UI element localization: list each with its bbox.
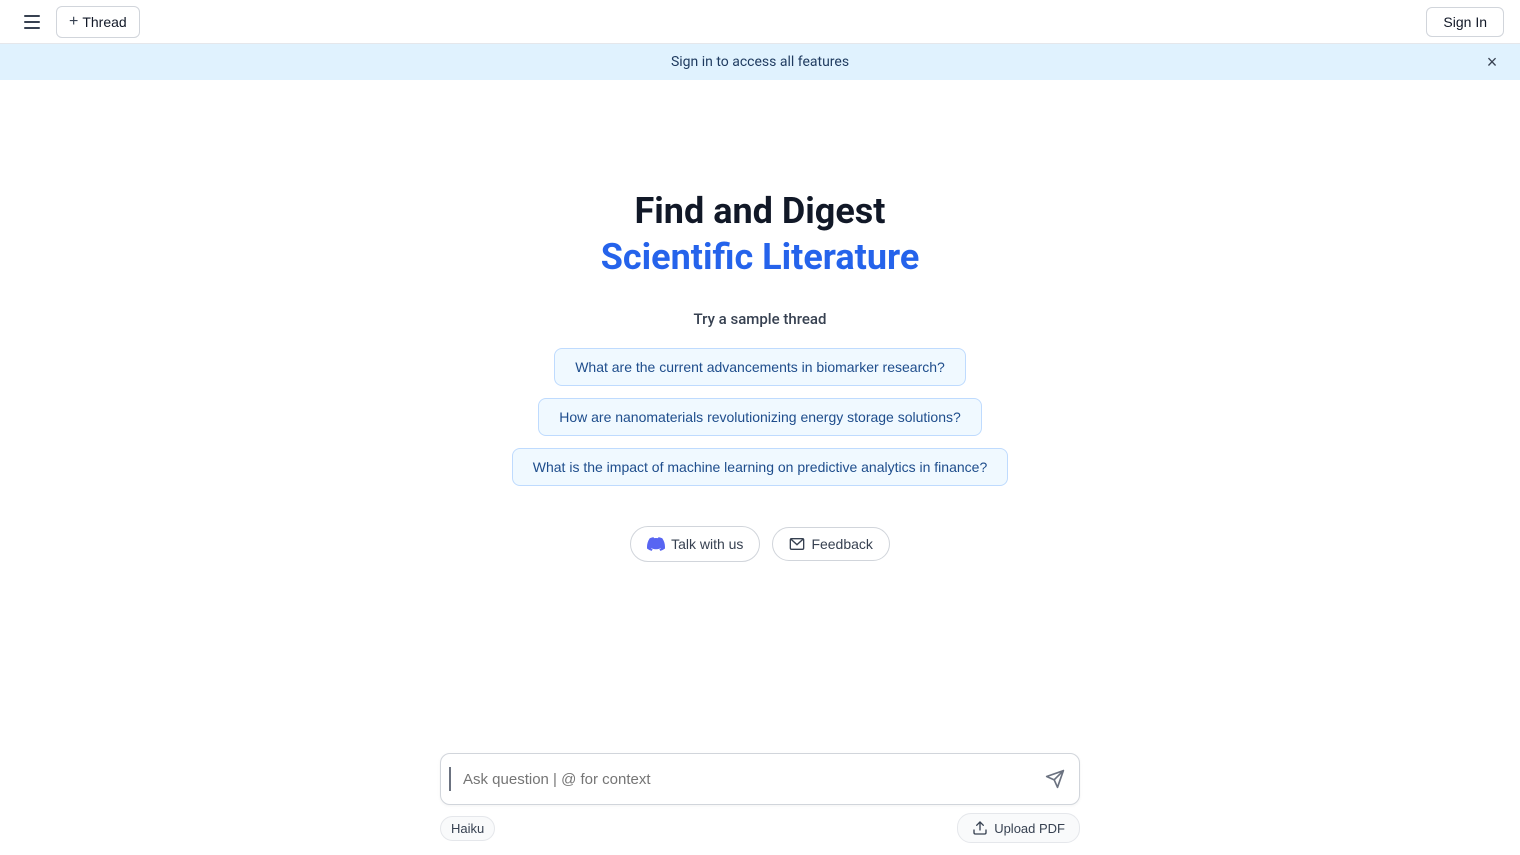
envelope-icon [789,536,805,552]
sample-threads-list: What are the current advancements in bio… [512,348,1008,486]
header-left: + Thread [16,6,140,38]
hero-title-line2: Scientific Literature [601,236,920,278]
sample-label: Try a sample thread [694,310,827,328]
model-selector[interactable]: Haiku [440,816,495,841]
new-thread-label: Thread [82,14,126,30]
bottom-bar: Haiku Upload PDF [0,741,1520,855]
input-cursor [449,767,451,791]
question-input[interactable] [463,767,1039,792]
upload-icon [972,820,988,836]
feedback-button[interactable]: Feedback [772,527,889,561]
talk-with-us-label: Talk with us [671,536,743,552]
input-container [440,753,1080,805]
discord-icon [647,535,665,553]
upload-pdf-button[interactable]: Upload PDF [957,813,1080,843]
action-buttons: Talk with us Feedback [630,526,890,562]
talk-with-us-button[interactable]: Talk with us [630,526,760,562]
header: + Thread Sign In [0,0,1520,44]
upload-pdf-label: Upload PDF [994,821,1065,836]
new-thread-button[interactable]: + Thread [56,6,140,38]
plus-icon: + [69,13,78,31]
sign-in-button[interactable]: Sign In [1426,7,1504,37]
bottom-controls: Haiku Upload PDF [440,813,1080,843]
sample-thread-2[interactable]: How are nanomaterials revolutionizing en… [538,398,982,436]
hamburger-icon [24,15,40,29]
send-button[interactable] [1039,763,1071,795]
menu-button[interactable] [16,6,48,38]
sign-in-banner: Sign in to access all features × [0,44,1520,80]
hero-title-line1: Find and Digest [601,190,920,232]
sample-thread-1[interactable]: What are the current advancements in bio… [554,348,966,386]
send-icon [1045,769,1065,789]
feedback-label: Feedback [811,536,872,552]
banner-text: Sign in to access all features [671,54,849,70]
sample-thread-3[interactable]: What is the impact of machine learning o… [512,448,1008,486]
banner-close-button[interactable]: × [1480,50,1504,74]
hero-title: Find and Digest Scientific Literature [601,190,920,278]
main-content: Find and Digest Scientific Literature Tr… [0,80,1520,562]
